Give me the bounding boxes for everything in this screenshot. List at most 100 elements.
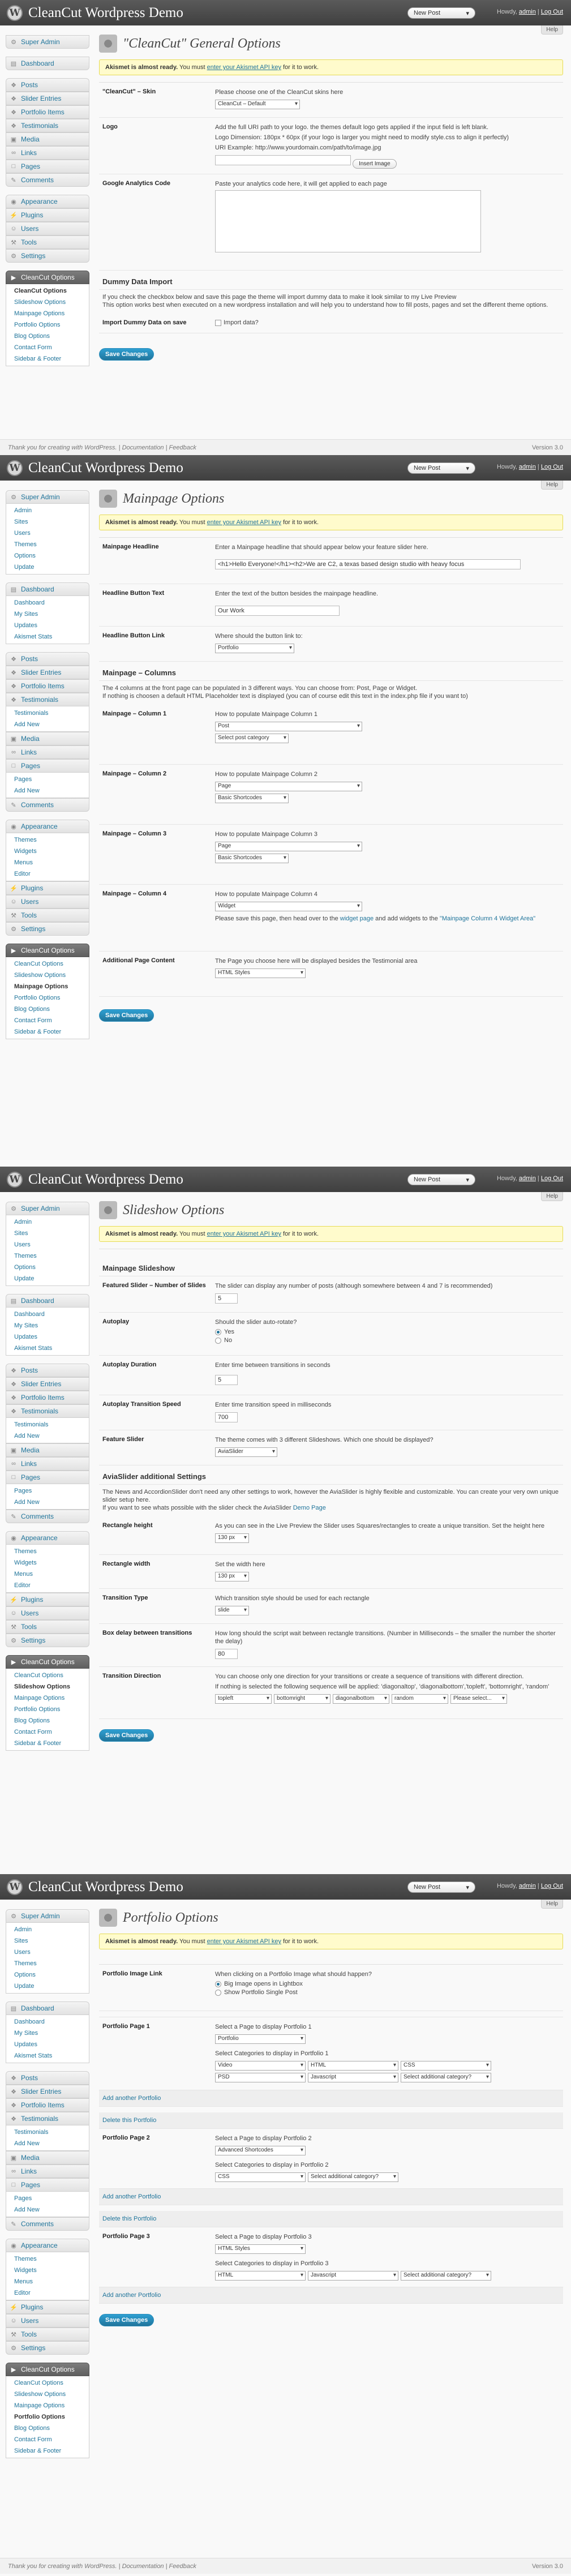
column-2-page-select[interactable]: Basic Shortcodes bbox=[215, 794, 289, 803]
favorite-actions-dropdown[interactable]: New Post ▾ bbox=[407, 7, 475, 19]
menu-dashboard[interactable]: ▤ Dashboard bbox=[6, 2001, 89, 2015]
column-2-select[interactable]: Page bbox=[215, 782, 362, 791]
submenu-add-new[interactable]: Add New bbox=[6, 719, 89, 730]
submenu-sites[interactable]: Sites bbox=[6, 1935, 89, 1947]
submenu-add-new[interactable]: Add New bbox=[6, 1430, 89, 1442]
menu-media[interactable]: ▣ Media bbox=[6, 2151, 89, 2164]
speed-input[interactable]: 700 bbox=[215, 1412, 238, 1422]
duration-input[interactable]: 5 bbox=[215, 1375, 238, 1385]
submenu-testimonials[interactable]: Testimonials bbox=[6, 1419, 89, 1430]
menu-posts[interactable]: ❖ Posts bbox=[6, 1364, 89, 1377]
menu-tools[interactable]: ⚒ Tools bbox=[6, 1620, 89, 1634]
add-portfolio-link[interactable]: Add another Portfolio bbox=[99, 2090, 563, 2107]
akismet-key-link[interactable]: enter your Akismet API key bbox=[207, 519, 281, 526]
submenu-my-sites[interactable]: My Sites bbox=[6, 608, 89, 620]
menu-comments[interactable]: ✎ Comments bbox=[6, 2217, 89, 2231]
menu-testimonials[interactable]: ❖ Testimonials bbox=[6, 693, 89, 706]
menu-links[interactable]: ∞ Links bbox=[6, 745, 89, 759]
favorite-actions-dropdown[interactable]: New Post ▾ bbox=[407, 1881, 475, 1893]
submenu-widgets[interactable]: Widgets bbox=[6, 1557, 89, 1568]
logout-link[interactable]: Log Out bbox=[541, 1175, 563, 1182]
wordpress-logo-icon[interactable]: W bbox=[7, 460, 23, 476]
menu-links[interactable]: ∞ Links bbox=[6, 2164, 89, 2178]
save-changes-button[interactable]: Save Changes bbox=[99, 2314, 154, 2326]
site-title[interactable]: CleanCut Wordpress Demo bbox=[28, 5, 183, 21]
portfolio-2-cat-1[interactable]: CSS bbox=[215, 2172, 306, 2182]
logo-input[interactable] bbox=[215, 155, 351, 165]
feedback-link[interactable]: Feedback bbox=[169, 2563, 196, 2570]
column-4-select[interactable]: Widget bbox=[215, 902, 362, 911]
autoplay-no-radio[interactable]: No bbox=[215, 1337, 557, 1344]
skin-select[interactable]: CleanCut – Default bbox=[215, 100, 300, 109]
submenu-update[interactable]: Update bbox=[6, 562, 89, 573]
menu-tools[interactable]: ⚒ Tools bbox=[6, 2328, 89, 2341]
submenu-contact-form[interactable]: Contact Form bbox=[6, 1015, 89, 1026]
submenu-themes[interactable]: Themes bbox=[6, 1958, 89, 1969]
submenu-editor[interactable]: Editor bbox=[6, 2287, 89, 2299]
submenu-themes[interactable]: Themes bbox=[6, 2253, 89, 2265]
submenu-mainpage-options[interactable]: Mainpage Options bbox=[6, 308, 89, 319]
menu-links[interactable]: ∞ Links bbox=[6, 146, 89, 160]
submenu-add-new[interactable]: Add New bbox=[6, 785, 89, 796]
submenu-sites[interactable]: Sites bbox=[6, 516, 89, 528]
menu-comments[interactable]: ✎ Comments bbox=[6, 173, 89, 187]
direction-select-3[interactable]: diagonalbottom bbox=[333, 1694, 389, 1704]
submenu-themes[interactable]: Themes bbox=[6, 834, 89, 846]
menu-super-admin[interactable]: ⚙ Super Admin bbox=[6, 35, 89, 49]
submenu-cleancut-options[interactable]: CleanCut Options bbox=[6, 958, 89, 970]
analytics-textarea[interactable] bbox=[215, 190, 481, 252]
submenu-updates[interactable]: Updates bbox=[6, 1331, 89, 1343]
menu-dashboard[interactable]: ▤ Dashboard bbox=[6, 57, 89, 70]
widget-area-link[interactable]: "Mainpage Column 4 Widget Area" bbox=[440, 915, 535, 922]
menu-users[interactable]: ☺ Users bbox=[6, 2314, 89, 2328]
direction-select-1[interactable]: topleft bbox=[215, 1694, 272, 1704]
menu-pages[interactable]: □ Pages bbox=[6, 759, 89, 773]
submenu-themes[interactable]: Themes bbox=[6, 1546, 89, 1557]
portfolio-3-cat-3[interactable]: Select additional category? bbox=[401, 2271, 491, 2281]
menu-posts[interactable]: ❖ Posts bbox=[6, 78, 89, 92]
menu-testimonials[interactable]: ❖ Testimonials bbox=[6, 119, 89, 132]
submenu-pages[interactable]: Pages bbox=[6, 2193, 89, 2204]
submenu-update[interactable]: Update bbox=[6, 1273, 89, 1284]
submenu-blog-options[interactable]: Blog Options bbox=[6, 1715, 89, 1726]
column-3-select[interactable]: Page bbox=[215, 842, 362, 851]
save-changes-button[interactable]: Save Changes bbox=[99, 1729, 154, 1742]
submenu-update[interactable]: Update bbox=[6, 1981, 89, 1992]
submenu-add-new[interactable]: Add New bbox=[6, 2204, 89, 2215]
submenu-widgets[interactable]: Widgets bbox=[6, 2265, 89, 2276]
submenu-menus[interactable]: Menus bbox=[6, 1568, 89, 1580]
logout-link[interactable]: Log Out bbox=[541, 464, 563, 470]
menu-testimonials[interactable]: ❖ Testimonials bbox=[6, 2112, 89, 2125]
submenu-blog-options[interactable]: Blog Options bbox=[6, 331, 89, 342]
submenu-testimonials[interactable]: Testimonials bbox=[6, 708, 89, 719]
submenu-portfolio-options[interactable]: Portfolio Options bbox=[6, 319, 89, 331]
menu-media[interactable]: ▣ Media bbox=[6, 132, 89, 146]
demo-page-link[interactable]: Demo Page bbox=[293, 1505, 326, 1511]
add-portfolio-link[interactable]: Add another Portfolio bbox=[99, 2287, 563, 2304]
portfolio-1-cat-3[interactable]: CSS bbox=[401, 2061, 491, 2071]
submenu-my-sites[interactable]: My Sites bbox=[6, 2028, 89, 2039]
menu-settings[interactable]: ⚙ Settings bbox=[6, 1634, 89, 1647]
submenu-blog-options[interactable]: Blog Options bbox=[6, 2423, 89, 2434]
submenu-admin[interactable]: Admin bbox=[6, 1924, 89, 1935]
submenu-widgets[interactable]: Widgets bbox=[6, 846, 89, 857]
submenu-mainpage-options[interactable]: Mainpage Options bbox=[6, 1692, 89, 1704]
wordpress-logo-icon[interactable]: W bbox=[7, 1171, 23, 1188]
submenu-cleancut-options[interactable]: CleanCut Options bbox=[6, 1670, 89, 1681]
column-1-category-select[interactable]: Select post category bbox=[215, 734, 289, 743]
rect-width-select[interactable]: 130 px bbox=[215, 1572, 249, 1581]
portfolio-1-cat-4[interactable]: PSD bbox=[215, 2073, 306, 2082]
import-checkbox[interactable] bbox=[215, 319, 221, 326]
menu-pages[interactable]: □ Pages bbox=[6, 2178, 89, 2192]
user-link[interactable]: admin bbox=[519, 1883, 536, 1889]
submenu-mainpage-options[interactable]: Mainpage Options bbox=[6, 2400, 89, 2411]
menu-appearance[interactable]: ◉ Appearance bbox=[6, 1531, 89, 1545]
menu-users[interactable]: ☺ Users bbox=[6, 895, 89, 908]
submenu-slideshow-options[interactable]: Slideshow Options bbox=[6, 1681, 89, 1692]
submenu-sidebar-footer[interactable]: Sidebar & Footer bbox=[6, 353, 89, 365]
submenu-contact-form[interactable]: Contact Form bbox=[6, 2434, 89, 2445]
menu-cleancut-options[interactable]: ▶ CleanCut Options bbox=[6, 271, 89, 284]
menu-slider-entries[interactable]: ❖ Slider Entries bbox=[6, 1377, 89, 1391]
wordpress-logo-icon[interactable]: W bbox=[7, 5, 23, 21]
submenu-users[interactable]: Users bbox=[6, 1239, 89, 1250]
